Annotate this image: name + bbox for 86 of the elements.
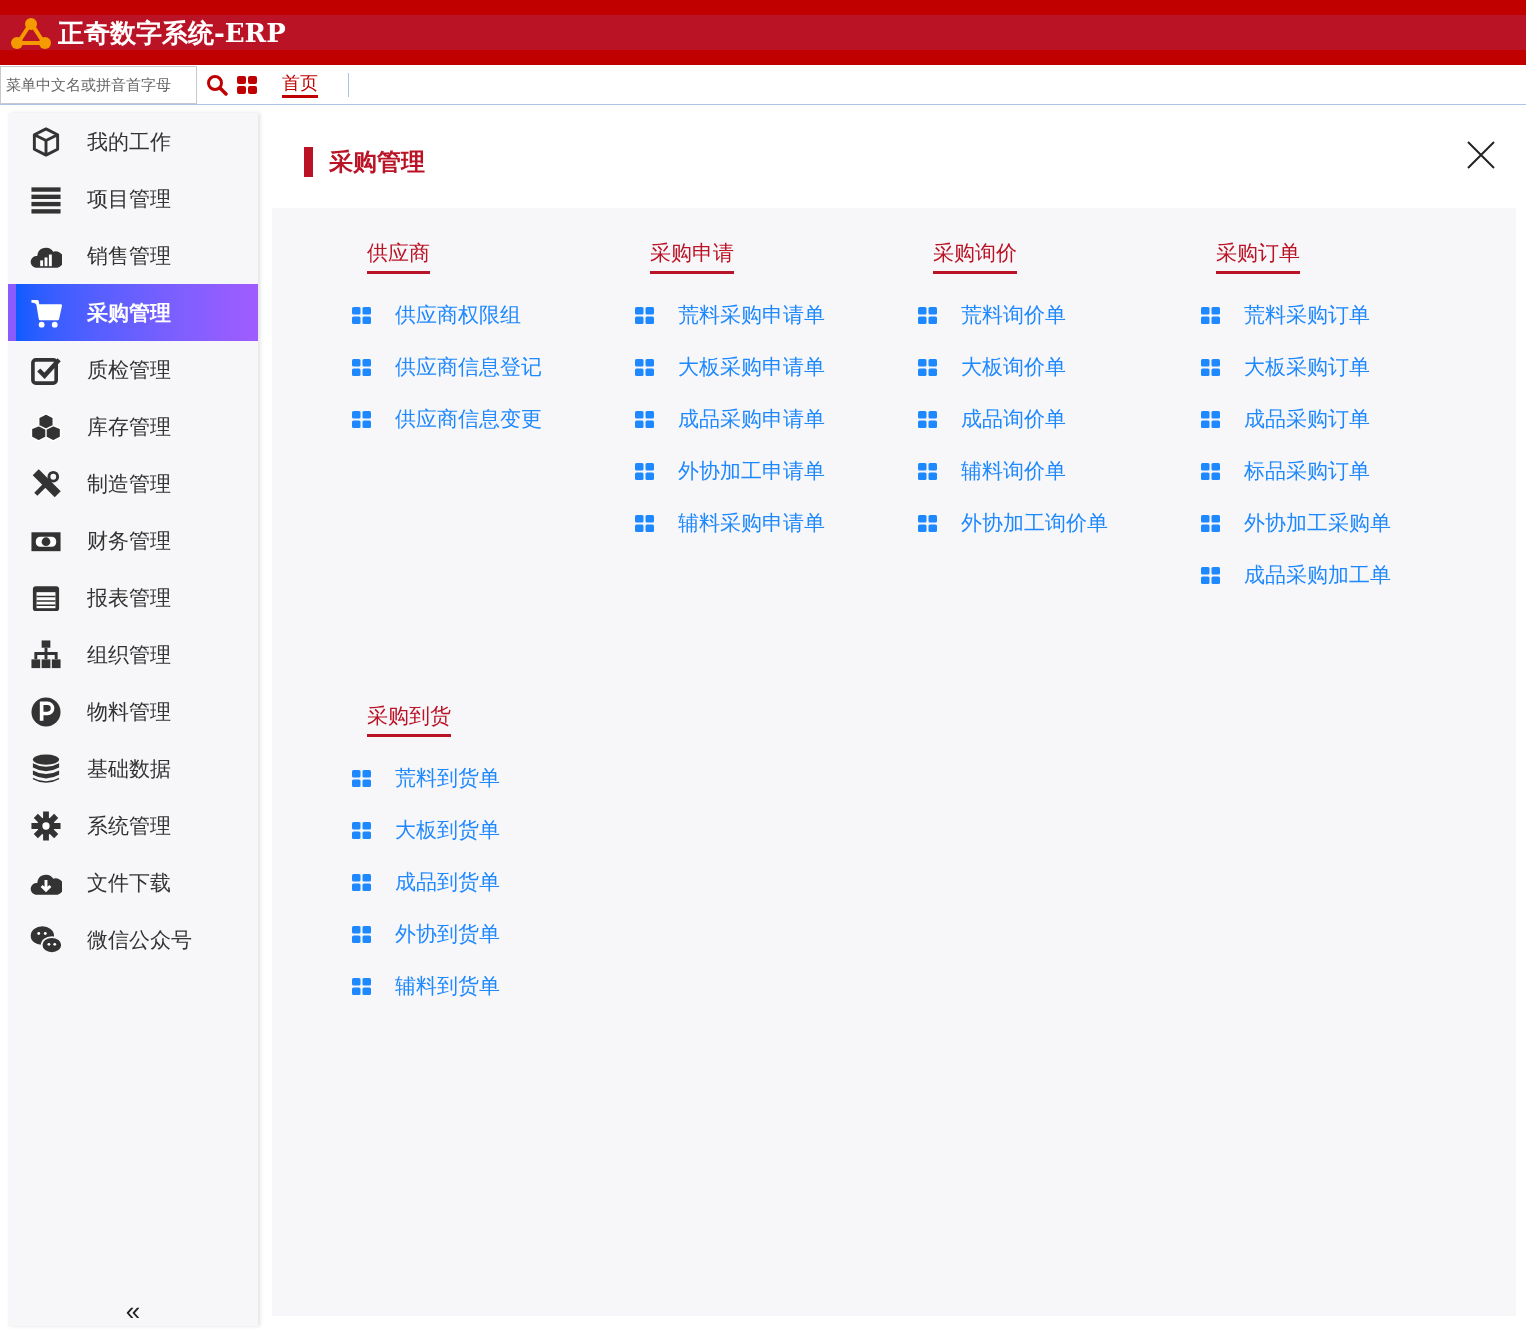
tools-icon — [30, 467, 62, 500]
group-title: 供应商 — [367, 238, 430, 274]
group-title: 采购到货 — [367, 701, 451, 737]
grid-icon — [918, 514, 937, 532]
sidebar-item[interactable]: 财务管理 — [8, 512, 258, 569]
sidebar-item[interactable]: 采购管理 — [8, 284, 258, 341]
grid-icon — [1201, 514, 1220, 532]
sidebar-item[interactable]: 微信公众号 — [8, 911, 258, 968]
grid-icon — [1201, 462, 1220, 480]
grid-icon[interactable] — [237, 75, 257, 94]
grid-icon — [918, 358, 937, 376]
menu-link[interactable]: 荒料到货单 — [395, 762, 500, 794]
grid-icon — [352, 977, 371, 995]
sidebar-item[interactable]: 销售管理 — [8, 227, 258, 284]
menu-link[interactable]: 大板询价单 — [961, 351, 1066, 383]
grid-icon — [1201, 410, 1220, 428]
close-icon[interactable] — [1466, 139, 1496, 170]
menu-link[interactable]: 外协到货单 — [395, 918, 500, 950]
menu-link[interactable]: 外协加工询价单 — [961, 507, 1108, 539]
grid-icon — [352, 410, 371, 428]
menu-link[interactable]: 荒料采购订单 — [1244, 299, 1370, 331]
tab[interactable]: 首页 — [282, 71, 318, 98]
chat-bubbles-icon — [30, 923, 62, 956]
menu-link[interactable]: 成品到货单 — [395, 866, 500, 898]
grid-icon — [352, 925, 371, 943]
hierarchy-icon — [30, 638, 62, 671]
menu-link[interactable]: 供应商信息登记 — [395, 351, 542, 383]
group-title: 采购订单 — [1216, 238, 1300, 274]
menu-link[interactable]: 大板采购申请单 — [678, 351, 825, 383]
grid-icon — [352, 358, 371, 376]
menu-link[interactable]: 成品采购加工单 — [1244, 559, 1391, 591]
grid-icon — [635, 306, 654, 324]
grid-icon — [635, 358, 654, 376]
grid-icon — [635, 514, 654, 532]
sidebar-item[interactable]: 制造管理 — [8, 455, 258, 512]
grid-icon — [352, 821, 371, 839]
cubes-icon — [30, 410, 62, 443]
grid-icon — [1201, 566, 1220, 584]
grid-icon — [1201, 358, 1220, 376]
menu-link[interactable]: 辅料询价单 — [961, 455, 1066, 487]
menu-link[interactable]: 辅料采购申请单 — [678, 507, 825, 539]
sidebar-item[interactable]: 库存管理 — [8, 398, 258, 455]
p-circle-icon — [30, 695, 62, 728]
title-accent-bar — [304, 146, 313, 177]
cube-icon — [30, 125, 62, 158]
sidebar-item[interactable]: 报表管理 — [8, 569, 258, 626]
menu-link[interactable]: 成品采购申请单 — [678, 403, 825, 435]
sidebar-item[interactable]: 文件下载 — [8, 854, 258, 911]
logo-icon — [10, 16, 52, 49]
grid-icon — [918, 306, 937, 324]
menu-link[interactable]: 供应商信息变更 — [395, 403, 542, 435]
group-title: 采购询价 — [933, 238, 1017, 274]
panel-title: 采购管理 — [329, 146, 425, 177]
grid-icon — [918, 462, 937, 480]
menu-link[interactable]: 外协加工申请单 — [678, 455, 825, 487]
group-title: 采购申请 — [650, 238, 734, 274]
grid-icon — [635, 410, 654, 428]
menu-link[interactable]: 供应商权限组 — [395, 299, 521, 331]
grid-icon — [352, 769, 371, 787]
grid-icon — [352, 873, 371, 891]
sidebar-item[interactable]: 质检管理 — [8, 341, 258, 398]
menu-link[interactable]: 外协加工采购单 — [1244, 507, 1391, 539]
sidebar-item[interactable]: 基础数据 — [8, 740, 258, 797]
menu-link[interactable]: 辅料到货单 — [395, 970, 500, 1002]
menu-link[interactable]: 荒料采购申请单 — [678, 299, 825, 331]
menu-link[interactable]: 成品采购订单 — [1244, 403, 1370, 435]
sidebar-item[interactable]: 物料管理 — [8, 683, 258, 740]
menu-link[interactable]: 成品询价单 — [961, 403, 1066, 435]
sidebar-item[interactable]: 我的工作 — [8, 113, 258, 170]
settings-icon — [30, 809, 62, 842]
sidebar-item[interactable]: 系统管理 — [8, 797, 258, 854]
database-icon — [30, 752, 62, 785]
menu-link[interactable]: 荒料询价单 — [961, 299, 1066, 331]
grid-icon — [635, 462, 654, 480]
search-field[interactable]: 菜单中文名或拼音首字母 — [0, 65, 197, 104]
search-icon[interactable] — [206, 73, 228, 96]
collapse-button[interactable]: « — [117, 1298, 149, 1324]
menu-link[interactable]: 大板到货单 — [395, 814, 500, 846]
grid-icon — [918, 410, 937, 428]
menu-link[interactable]: 大板采购订单 — [1244, 351, 1370, 383]
grid-icon — [1201, 306, 1220, 324]
sidebar-item[interactable]: 项目管理 — [8, 170, 258, 227]
app-title: 正奇数字系统-ERP — [58, 19, 286, 46]
sidebar-item[interactable]: 组织管理 — [8, 626, 258, 683]
menu-link[interactable]: 标品采购订单 — [1244, 455, 1370, 487]
grid-icon — [352, 306, 371, 324]
